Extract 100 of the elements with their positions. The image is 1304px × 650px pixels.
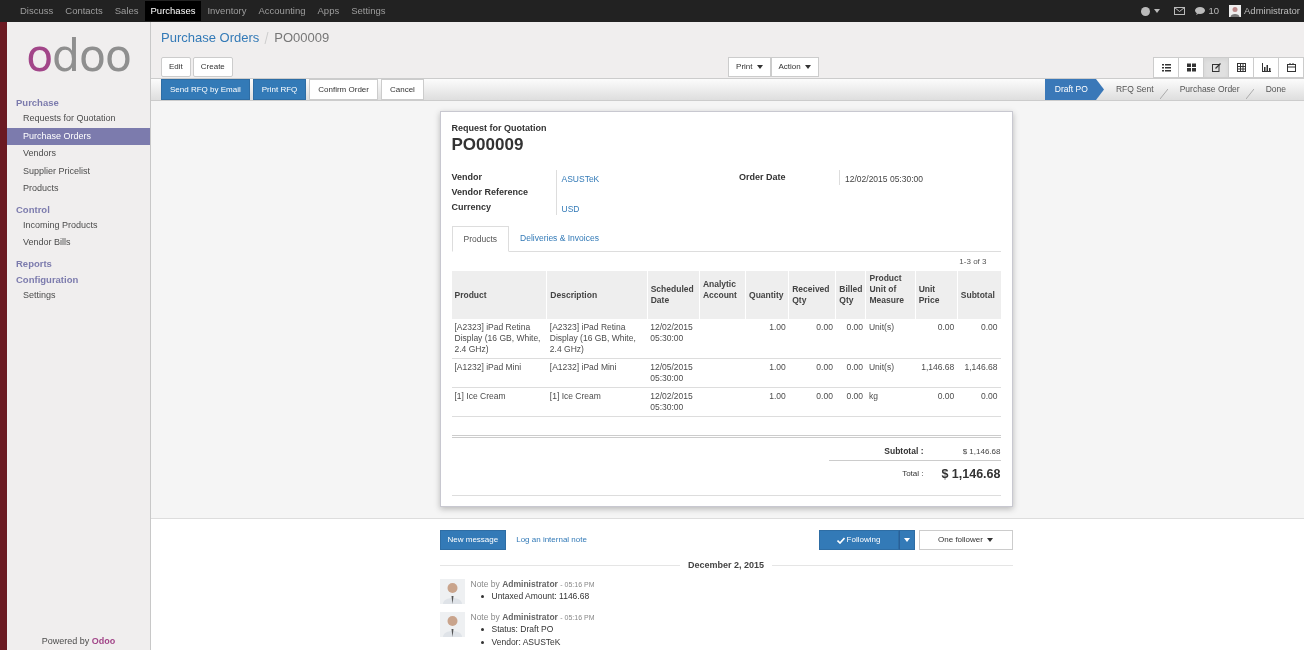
field-value: 12/02/2015 05:30:00 [845,174,923,184]
table-cell: 0.00 [816,322,833,332]
sidebar-item[interactable]: Purchase Orders [7,127,150,145]
tab[interactable]: Products [451,226,510,252]
avatar-icon [1229,5,1242,17]
message-text: Untaxed Amount: 1146.68 [491,589,590,603]
sidebar-item[interactable]: Vendor Bills [7,234,150,252]
column-header[interactable]: Description [546,271,648,319]
header-button[interactable]: Confirm Order [309,79,378,100]
menu-item[interactable]: Settings [345,1,392,21]
log-note-link[interactable]: Log an internal note [516,534,587,546]
section-heading: Purchase [15,96,60,110]
breadcrumb-link[interactable]: Purchase Orders [161,28,260,48]
field-label: Order Date [739,171,787,184]
view-switch-button[interactable] [1153,56,1179,78]
caret-icon [804,65,811,69]
status-arrow-icon [1095,79,1104,100]
table-cell: 0.00 [846,391,863,401]
step-divider-icon [1159,89,1168,99]
view-switch-button[interactable] [1278,56,1304,78]
sidebar-item[interactable]: Vendors [7,145,150,163]
table-cell: [1] Ice Cream [549,391,601,401]
tab[interactable]: Deliveries & Invoices [509,226,610,251]
header-button[interactable]: Cancel [380,79,424,100]
form-title: PO00009 [451,134,525,156]
view-switch-button[interactable] [1253,56,1279,78]
table-cell: kg [868,391,878,401]
following-button[interactable]: Following [818,530,899,550]
date-separator: December 2, 2015 [686,559,766,572]
table-cell: 1.00 [769,322,786,332]
view-switch-button[interactable] [1203,56,1229,78]
status-step[interactable]: Done [1253,79,1292,100]
pager-text: 1-3 of 3 [959,255,987,268]
menu-item[interactable]: Discuss [14,1,60,21]
bullet-icon [480,594,484,598]
table-cell: 0.00 [937,391,955,401]
subtotal-label: Subtotal : [883,445,924,458]
table-cell: 0.00 [980,391,998,401]
section-heading: Configuration [15,272,80,287]
caret-icon [986,538,993,542]
column-header[interactable]: Received Qty [788,271,836,319]
followers-button[interactable]: One follower [918,530,1013,550]
view-switch-button[interactable] [1178,56,1204,78]
menu-item[interactable]: Accounting [252,1,312,21]
table-cell: 12/02/2015 05:30:00 [650,391,693,412]
toolbar-button[interactable]: Edit [161,57,191,77]
table-cell: 0.00 [980,322,998,332]
sidebar-item[interactable]: Incoming Products [7,216,150,234]
sidebar-item[interactable]: Requests for Quotation [7,110,150,128]
column-header[interactable]: Scheduled Date [647,271,700,319]
menu-item[interactable]: Inventory [201,1,253,21]
table-cell: 0.00 [937,322,955,332]
status-step[interactable]: Purchase Order [1167,79,1246,100]
table-cell: 1,146.68 [921,362,955,372]
form-subtitle: Request for Quotation [451,123,548,134]
dropdown-button[interactable]: Action [770,57,819,77]
avatar-icon [439,578,465,604]
sidebar-item[interactable]: Settings [7,286,150,304]
column-header[interactable]: Analytic Account [699,271,746,319]
message-text: Vendor: ASUSTeK [491,635,561,649]
menu-item[interactable]: Purchases [144,1,202,21]
dropdown-button[interactable]: Print [728,57,771,77]
step-divider-icon [1245,89,1254,99]
column-header[interactable]: Product [451,271,547,319]
total-label: Total : [901,468,924,480]
grid-icon [1186,62,1196,72]
toolbar-button[interactable]: Create [192,57,233,77]
field-value[interactable]: USD [561,204,580,214]
column-header[interactable]: Product Unit of Measure [865,271,916,319]
subtotal-value: $ 1,146.68 [961,445,1001,458]
sidebar-item[interactable]: Supplier Pricelist [7,162,150,180]
sidebar-item[interactable]: Products [7,180,150,198]
column-header[interactable]: Billed Qty [835,271,866,319]
view-switch-button[interactable] [1228,56,1254,78]
table-cell: 1.00 [769,362,786,372]
odoo-link[interactable]: Odoo [91,635,116,646]
table-cell: 0.00 [846,362,863,372]
header-button[interactable]: Send RFQ by Email [161,79,250,100]
menu-item[interactable]: Apps [311,1,346,21]
new-message-button[interactable]: New message [439,530,507,550]
header-button[interactable]: Print RFQ [252,79,307,100]
column-header[interactable]: Unit Price [915,271,958,319]
column-header[interactable]: Quantity [745,271,789,319]
menu-item[interactable]: Contacts [59,1,109,21]
caret-icon [903,538,910,542]
mail-icon [1174,7,1186,15]
field-label: Vendor Reference [451,186,530,199]
table-cell: 0.00 [816,391,833,401]
caret-icon [756,65,763,69]
column-header[interactable]: Subtotal [957,271,1001,319]
table-cell: 12/05/2015 05:30:00 [650,362,693,383]
avatar-icon [439,611,465,637]
check-icon [836,536,845,544]
calendar-icon [1286,62,1296,72]
menu-item[interactable]: Sales [108,1,145,21]
status-step[interactable]: RFQ Sent [1103,79,1160,100]
field-value[interactable]: ASUSTeK [561,174,600,184]
field-label: Vendor [451,171,483,184]
user-name[interactable]: Administrator [1244,3,1300,19]
table-cell: [A1232] iPad Mini [454,362,522,372]
